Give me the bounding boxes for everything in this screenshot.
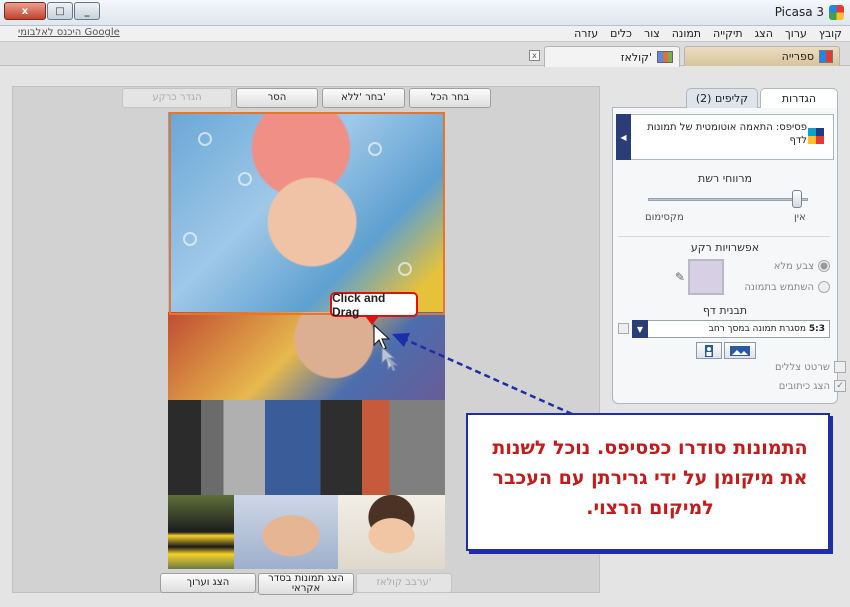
menu-view[interactable]: הצג — [755, 27, 773, 40]
shuffle-button[interactable]: הצג תמונות בסדר אקראי — [258, 573, 354, 595]
bg-solid-radio[interactable] — [818, 260, 830, 272]
photo-stroller[interactable] — [168, 400, 445, 495]
panel-tabs: הגדרות קליפים (2) — [612, 86, 838, 108]
explanation-box: התמונות סודרו כפסיפס. נוכל לשנות את מיקו… — [466, 413, 830, 551]
signin-link[interactable]: היכנס לאלבומי Google — [18, 27, 120, 38]
captions-checkbox[interactable]: ✓ — [834, 380, 846, 392]
background-color-swatch[interactable] — [688, 259, 724, 295]
menu-picture[interactable]: תמונה — [672, 27, 701, 40]
photo-toddler[interactable] — [338, 495, 445, 569]
cursor-icon — [373, 323, 399, 371]
window-title: Picasa 3 — [774, 5, 824, 19]
bg-solid-label: צבע מלא — [773, 260, 814, 272]
shadows-option[interactable]: שרטט צללים — [775, 361, 846, 373]
shuffle-collage-button[interactable]: ערבב קולאז' — [356, 573, 452, 593]
template-dropdown-icon[interactable]: ▼ — [632, 320, 648, 338]
explanation-text: התמונות סודרו כפסיפס. נוכל לשנות את מיקו… — [492, 437, 808, 519]
selection-frame — [169, 112, 445, 315]
portrait-icon — [705, 344, 713, 357]
title-bar: x □ _ Picasa 3 — [0, 0, 850, 26]
menu-bar: קובץ ערוך הצג תיקייה תמונה צור כלים עזרה… — [0, 26, 850, 42]
menu-help[interactable]: עזרה — [574, 27, 598, 40]
maximize-icon[interactable]: □ — [47, 2, 73, 20]
captions-label: הצג כיתובים — [778, 380, 830, 392]
bg-image-radio[interactable] — [818, 281, 830, 293]
shadows-label: שרטט צללים — [774, 361, 830, 373]
divider — [618, 236, 830, 237]
menu-create[interactable]: צור — [644, 27, 660, 40]
collage-icon — [657, 51, 673, 63]
page-template-title: תבנית דף — [702, 304, 748, 317]
bg-image-option[interactable]: השתמש בתמונה — [744, 281, 830, 293]
close-tab-icon[interactable]: x — [529, 50, 540, 61]
grid-none-label: אין — [794, 212, 806, 223]
tab-library[interactable]: ספרייה — [684, 46, 840, 66]
remove-button[interactable]: הסר — [236, 88, 318, 108]
grid-max-label: מקסימום — [645, 212, 684, 223]
minimize-icon[interactable]: _ — [74, 2, 100, 20]
captions-option[interactable]: הצג כיתובים ✓ — [779, 380, 846, 392]
select-none-button[interactable]: בחר 'ללא' — [322, 88, 405, 108]
shadows-checkbox[interactable] — [834, 361, 846, 373]
tab-collage-label: קולאז' — [620, 50, 652, 64]
drag-callout: Click and Drag — [330, 291, 418, 319]
picasa-logo-icon — [829, 5, 844, 20]
menu-edit[interactable]: ערוך — [785, 27, 807, 40]
tab-collage[interactable]: קולאז' — [544, 46, 680, 67]
page-template-select[interactable]: מסגרת תמונה במסך רחב 5:3 — [632, 320, 830, 338]
photo-baby-dragged[interactable] — [168, 312, 445, 400]
eyedropper-icon[interactable]: ✎ — [675, 270, 685, 284]
bg-solid-option[interactable]: צבע מלא — [774, 260, 830, 272]
collage-style-label: פסיפס: התאמה אוטומטית של תמונות לדף — [647, 122, 807, 146]
grid-spacing-track[interactable] — [648, 198, 808, 201]
close-icon[interactable]: x — [4, 2, 46, 20]
photo-bee-costume[interactable] — [168, 495, 234, 569]
template-text: מסגרת תמונה במסך רחב — [708, 324, 806, 334]
window-controls: x □ _ — [4, 2, 101, 20]
set-background-button[interactable]: הגדר כרקע — [122, 88, 232, 108]
template-ratio: 5:3 — [808, 324, 825, 334]
view-edit-button[interactable]: הצג וערוך — [160, 573, 256, 593]
portrait-button[interactable] — [696, 342, 722, 359]
select-all-button[interactable]: בחר הכל — [409, 88, 491, 108]
style-dropdown-icon[interactable]: ◀ — [616, 114, 631, 160]
menu-tools[interactable]: כלים — [610, 27, 632, 40]
library-icon — [819, 50, 833, 63]
menu-file[interactable]: קובץ — [819, 27, 842, 40]
grid-spacing-slider[interactable] — [792, 190, 802, 208]
landscape-button[interactable] — [724, 342, 756, 359]
tab-clips[interactable]: קליפים (2) — [686, 88, 758, 108]
menu-folder[interactable]: תיקייה — [713, 27, 743, 40]
tab-settings[interactable]: הגדרות — [760, 88, 838, 108]
bg-image-label: השתמש בתמונה — [744, 281, 814, 293]
background-options-title: אפשרויות רקע — [690, 241, 760, 254]
grid-spacing-title: מרווחי רשת — [697, 172, 753, 185]
tab-library-label: ספרייה — [781, 50, 814, 63]
mosaic-icon — [808, 128, 824, 144]
tab-row: ספרייה קולאז' — [0, 42, 850, 67]
landscape-icon — [730, 345, 750, 356]
template-lock-checkbox[interactable] — [618, 323, 629, 334]
photo-sleeping-baby[interactable] — [234, 495, 338, 569]
